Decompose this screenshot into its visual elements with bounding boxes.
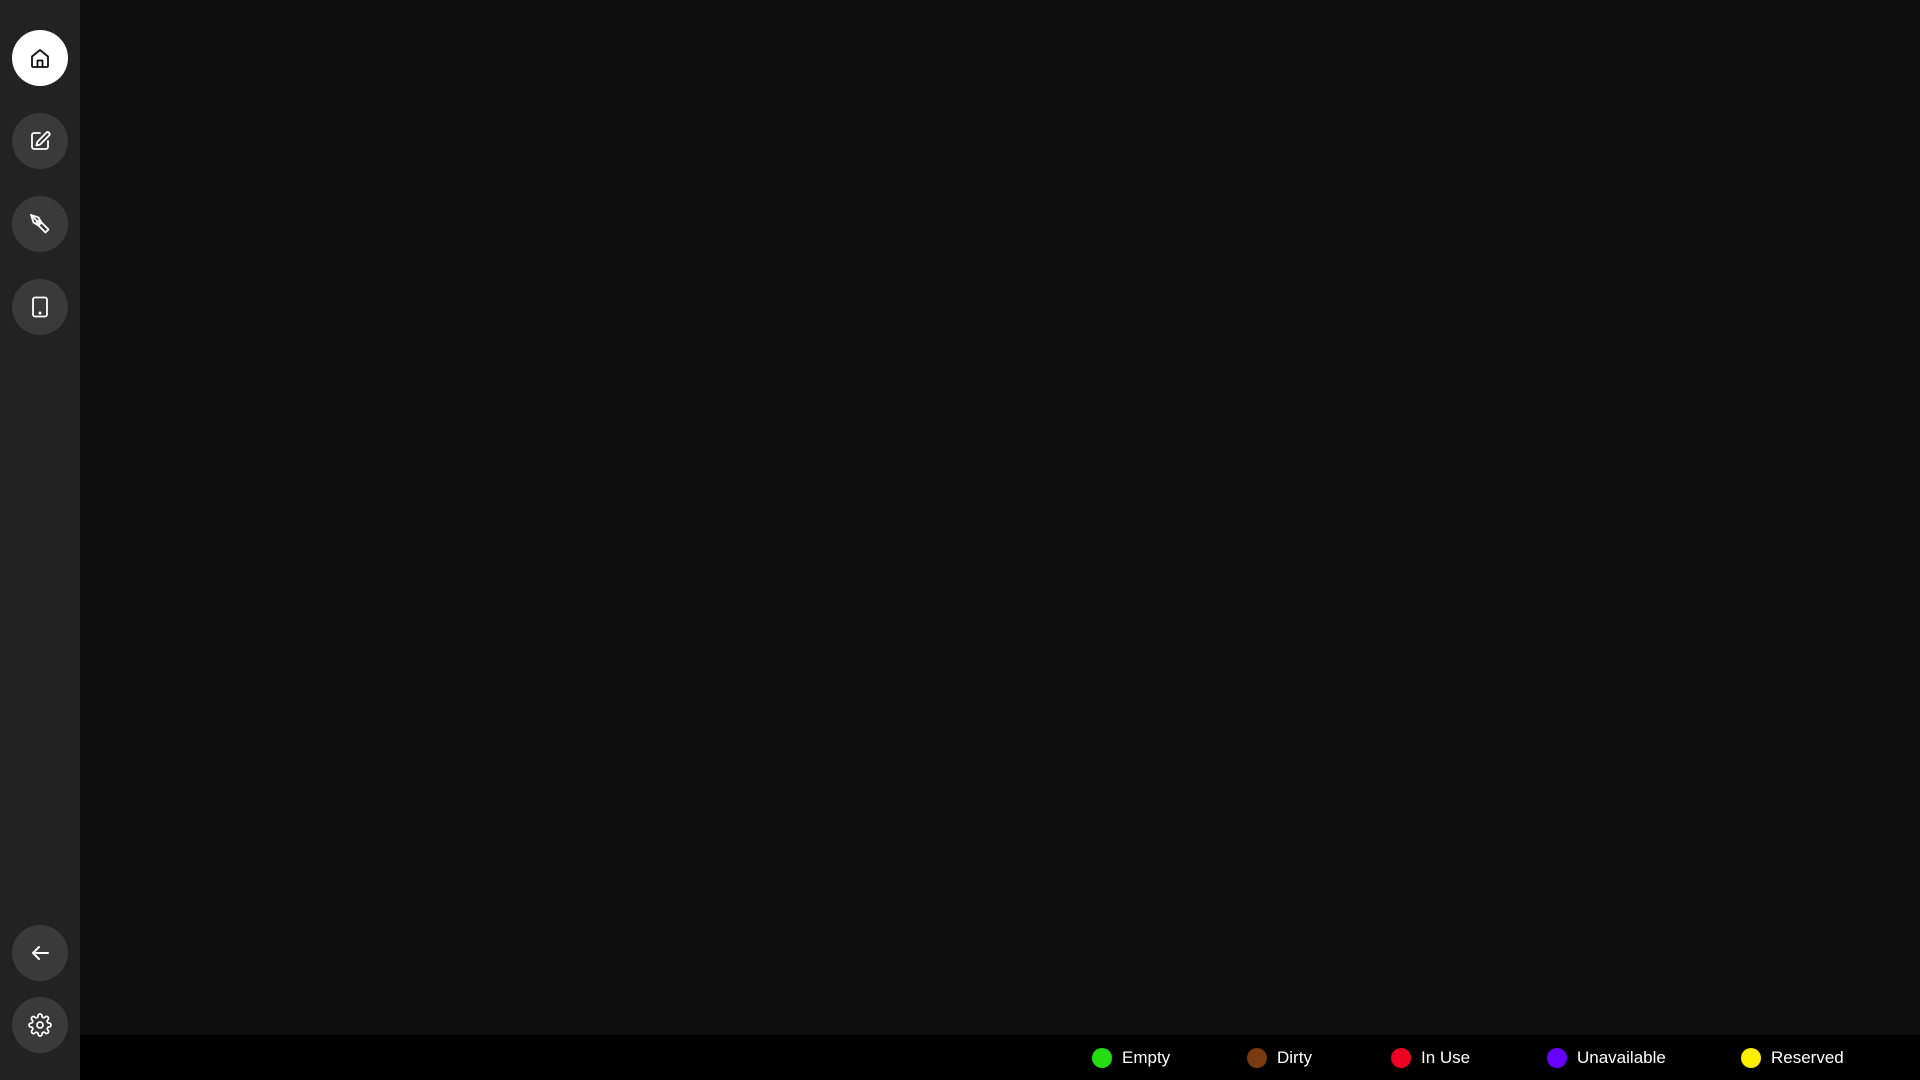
- legend-item-in-use: In Use: [1391, 1035, 1470, 1080]
- legend-label: Reserved: [1771, 1047, 1844, 1067]
- status-dot: [1247, 1047, 1267, 1068]
- legend-item-dirty: Dirty: [1247, 1035, 1312, 1080]
- sidebar: [0, 0, 80, 1080]
- status-dot: [1741, 1047, 1761, 1068]
- legend-item-reserved: Reserved: [1741, 1035, 1844, 1080]
- legend-label: Unavailable: [1577, 1047, 1666, 1067]
- status-dot: [1547, 1047, 1567, 1068]
- legend-item-unavailable: Unavailable: [1547, 1035, 1666, 1080]
- main-canvas: [80, 0, 1920, 1035]
- legend-item-empty: Empty: [1092, 1035, 1170, 1080]
- legend-label: Empty: [1122, 1047, 1171, 1067]
- app-window: Empty Dirty In Use Unavailable Reserved: [0, 0, 1920, 1080]
- arrow-left-icon: [32, 946, 49, 960]
- pen-tool-button[interactable]: [12, 196, 68, 252]
- status-legend: Empty Dirty In Use Unavailable Reserved: [80, 1035, 1920, 1080]
- legend-label: Dirty: [1277, 1047, 1312, 1067]
- home-icon: [31, 49, 49, 68]
- settings-button[interactable]: [12, 997, 68, 1053]
- gear-icon: [28, 1013, 52, 1037]
- edit-icon: [31, 131, 51, 150]
- home-button[interactable]: [12, 30, 68, 86]
- tablet-icon: [32, 296, 48, 318]
- back-button[interactable]: [12, 925, 68, 981]
- status-dot: [1391, 1047, 1411, 1068]
- status-dot: [1092, 1047, 1112, 1068]
- tablet-button[interactable]: [12, 279, 68, 335]
- legend-label: In Use: [1421, 1047, 1471, 1067]
- edit-button[interactable]: [12, 113, 68, 169]
- pen-tool-icon: [30, 214, 50, 234]
